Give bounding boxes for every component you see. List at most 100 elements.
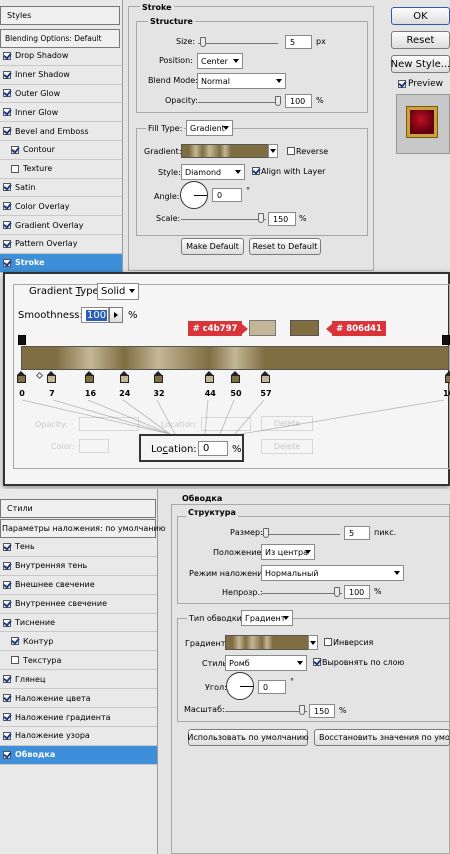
effect-checkbox-1[interactable] <box>3 70 11 79</box>
effect-ru-checkbox-9[interactable] <box>3 713 11 722</box>
effect-checkbox-9[interactable] <box>3 221 11 230</box>
angle-dial-ru[interactable] <box>226 672 254 700</box>
position-select[interactable]: Center <box>197 53 243 69</box>
opacity-slider-knob[interactable] <box>275 96 281 106</box>
effect-item-1[interactable]: Inner Shadow <box>0 66 122 85</box>
effect-ru-item-4[interactable]: Тиснение <box>0 614 157 633</box>
reset-to-default-button-ru[interactable]: Восстановить значения по умолча <box>314 729 450 746</box>
color-stop-16[interactable] <box>85 371 95 383</box>
effect-ru-item-1[interactable]: Внутренняя тень <box>0 557 157 576</box>
effect-item-10[interactable]: Pattern Overlay <box>0 235 122 254</box>
effect-ru-checkbox-3[interactable] <box>3 599 11 608</box>
reverse-checkbox-ru[interactable] <box>324 638 332 646</box>
effect-item-4[interactable]: Bevel and Emboss <box>0 122 122 141</box>
effect-ru-checkbox-2[interactable] <box>3 580 11 589</box>
effect-ru-checkbox-7[interactable] <box>3 675 11 684</box>
opacity-input[interactable]: 100 <box>285 94 312 108</box>
effect-ru-checkbox-10[interactable] <box>3 731 11 740</box>
opacity-slider-knob-ru[interactable] <box>334 587 340 597</box>
size-input-ru[interactable]: 5 <box>344 526 370 540</box>
effect-checkbox-4[interactable] <box>3 127 11 136</box>
effect-item-5[interactable]: Contour <box>0 141 122 160</box>
blend-mode-select-ru[interactable]: Нормальный <box>261 565 404 581</box>
effect-ru-checkbox-8[interactable] <box>3 694 11 703</box>
new-style-button[interactable]: New Style... <box>391 55 450 73</box>
effect-ru-checkbox-11[interactable] <box>3 750 11 759</box>
blending-options-item-ru[interactable]: Параметры наложения: по умолчанию <box>0 519 165 538</box>
effect-ru-checkbox-5[interactable] <box>11 637 19 646</box>
effect-ru-checkbox-4[interactable] <box>3 618 11 627</box>
scale-input-ru[interactable]: 150 <box>309 704 335 718</box>
effect-ru-checkbox-1[interactable] <box>3 561 11 570</box>
effect-item-2[interactable]: Outer Glow <box>0 85 122 104</box>
effect-ru-item-10[interactable]: Наложение узора <box>0 727 157 746</box>
color-stop-7[interactable] <box>46 371 56 383</box>
effect-item-8[interactable]: Color Overlay <box>0 197 122 217</box>
effect-ru-item-5[interactable]: Контур <box>0 633 157 652</box>
style-select[interactable]: Diamond <box>181 164 245 180</box>
styles-header-ru[interactable]: Стили <box>0 499 156 518</box>
effect-ru-item-2[interactable]: Внешнее свечение <box>0 576 157 595</box>
effect-checkbox-8[interactable] <box>3 202 11 211</box>
effect-ru-checkbox-0[interactable] <box>3 542 11 551</box>
effect-ru-item-7[interactable]: Глянец <box>0 670 157 690</box>
size-input[interactable]: 5 <box>285 35 312 49</box>
angle-input[interactable]: 0 <box>212 188 242 202</box>
blend-mode-select[interactable]: Normal <box>197 73 286 89</box>
ok-button[interactable]: OK <box>391 7 450 25</box>
scale-input[interactable]: 150 <box>268 212 296 226</box>
effect-item-7[interactable]: Satin <box>0 179 122 198</box>
effect-item-3[interactable]: Inner Glow <box>0 103 122 123</box>
align-checkbox-ru[interactable] <box>313 658 321 666</box>
effect-item-11[interactable]: Stroke <box>0 253 122 273</box>
reset-button[interactable]: Reset <box>391 31 450 49</box>
gradient-dropdown-ru[interactable] <box>308 635 318 650</box>
reset-to-default-button[interactable]: Reset to Default <box>249 238 321 255</box>
color-stop-50[interactable] <box>231 371 240 383</box>
effect-ru-checkbox-6[interactable] <box>11 656 19 665</box>
effect-checkbox-5[interactable] <box>11 145 19 154</box>
color-stop-0[interactable] <box>17 371 26 383</box>
gradient-swatch-ru[interactable] <box>225 635 309 650</box>
effect-checkbox-6[interactable] <box>11 164 19 173</box>
effect-checkbox-2[interactable] <box>3 89 11 98</box>
align-checkbox[interactable] <box>252 167 260 175</box>
fill-type-select-ru[interactable]: Градиент <box>241 610 293 626</box>
effect-checkbox-10[interactable] <box>3 239 11 248</box>
style-select-ru[interactable]: Ромб <box>225 655 307 671</box>
fill-type-select[interactable]: Gradient <box>186 120 233 136</box>
color-stop-100[interactable] <box>445 371 450 383</box>
make-default-button[interactable]: Make Default <box>181 238 244 255</box>
size-slider-knob[interactable] <box>200 37 206 47</box>
color-stop-24[interactable] <box>119 371 129 383</box>
effect-ru-item-11[interactable]: Обводка <box>0 745 157 765</box>
styles-header[interactable]: Styles <box>0 6 120 25</box>
color-stop-32[interactable] <box>153 371 163 383</box>
preview-checkbox[interactable] <box>398 80 406 88</box>
effect-checkbox-11[interactable] <box>3 258 11 267</box>
effect-item-6[interactable]: Texture <box>0 160 122 179</box>
angle-dial[interactable] <box>180 181 208 209</box>
effect-checkbox-3[interactable] <box>3 108 11 117</box>
gradient-swatch[interactable] <box>181 144 269 158</box>
reverse-checkbox[interactable] <box>287 147 295 155</box>
position-select-ru[interactable]: Из центра <box>261 544 315 560</box>
effect-ru-item-0[interactable]: Тень <box>0 538 157 557</box>
effect-ru-item-8[interactable]: Наложение цвета <box>0 689 157 709</box>
effect-ru-item-6[interactable]: Текстура <box>0 651 157 671</box>
color-stop-57[interactable] <box>260 371 270 383</box>
color-stop-44[interactable] <box>205 371 215 383</box>
effect-item-0[interactable]: Drop Shadow <box>0 47 122 66</box>
effect-checkbox-0[interactable] <box>3 51 11 60</box>
opacity-input-ru[interactable]: 100 <box>344 585 370 599</box>
location-input[interactable]: 0 <box>198 441 228 456</box>
effect-item-9[interactable]: Gradient Overlay <box>0 216 122 235</box>
size-slider-knob-ru[interactable] <box>263 528 269 538</box>
scale-slider-knob-ru[interactable] <box>299 705 305 715</box>
angle-input-ru[interactable]: 0 <box>258 680 286 694</box>
make-default-button-ru[interactable]: Использовать по умолчанию <box>187 729 309 746</box>
effect-ru-item-3[interactable]: Внутреннее свечение <box>0 595 157 614</box>
effect-checkbox-7[interactable] <box>3 183 11 192</box>
gradient-dropdown[interactable] <box>268 144 278 158</box>
effect-ru-item-9[interactable]: Наложение градиента <box>0 708 157 727</box>
